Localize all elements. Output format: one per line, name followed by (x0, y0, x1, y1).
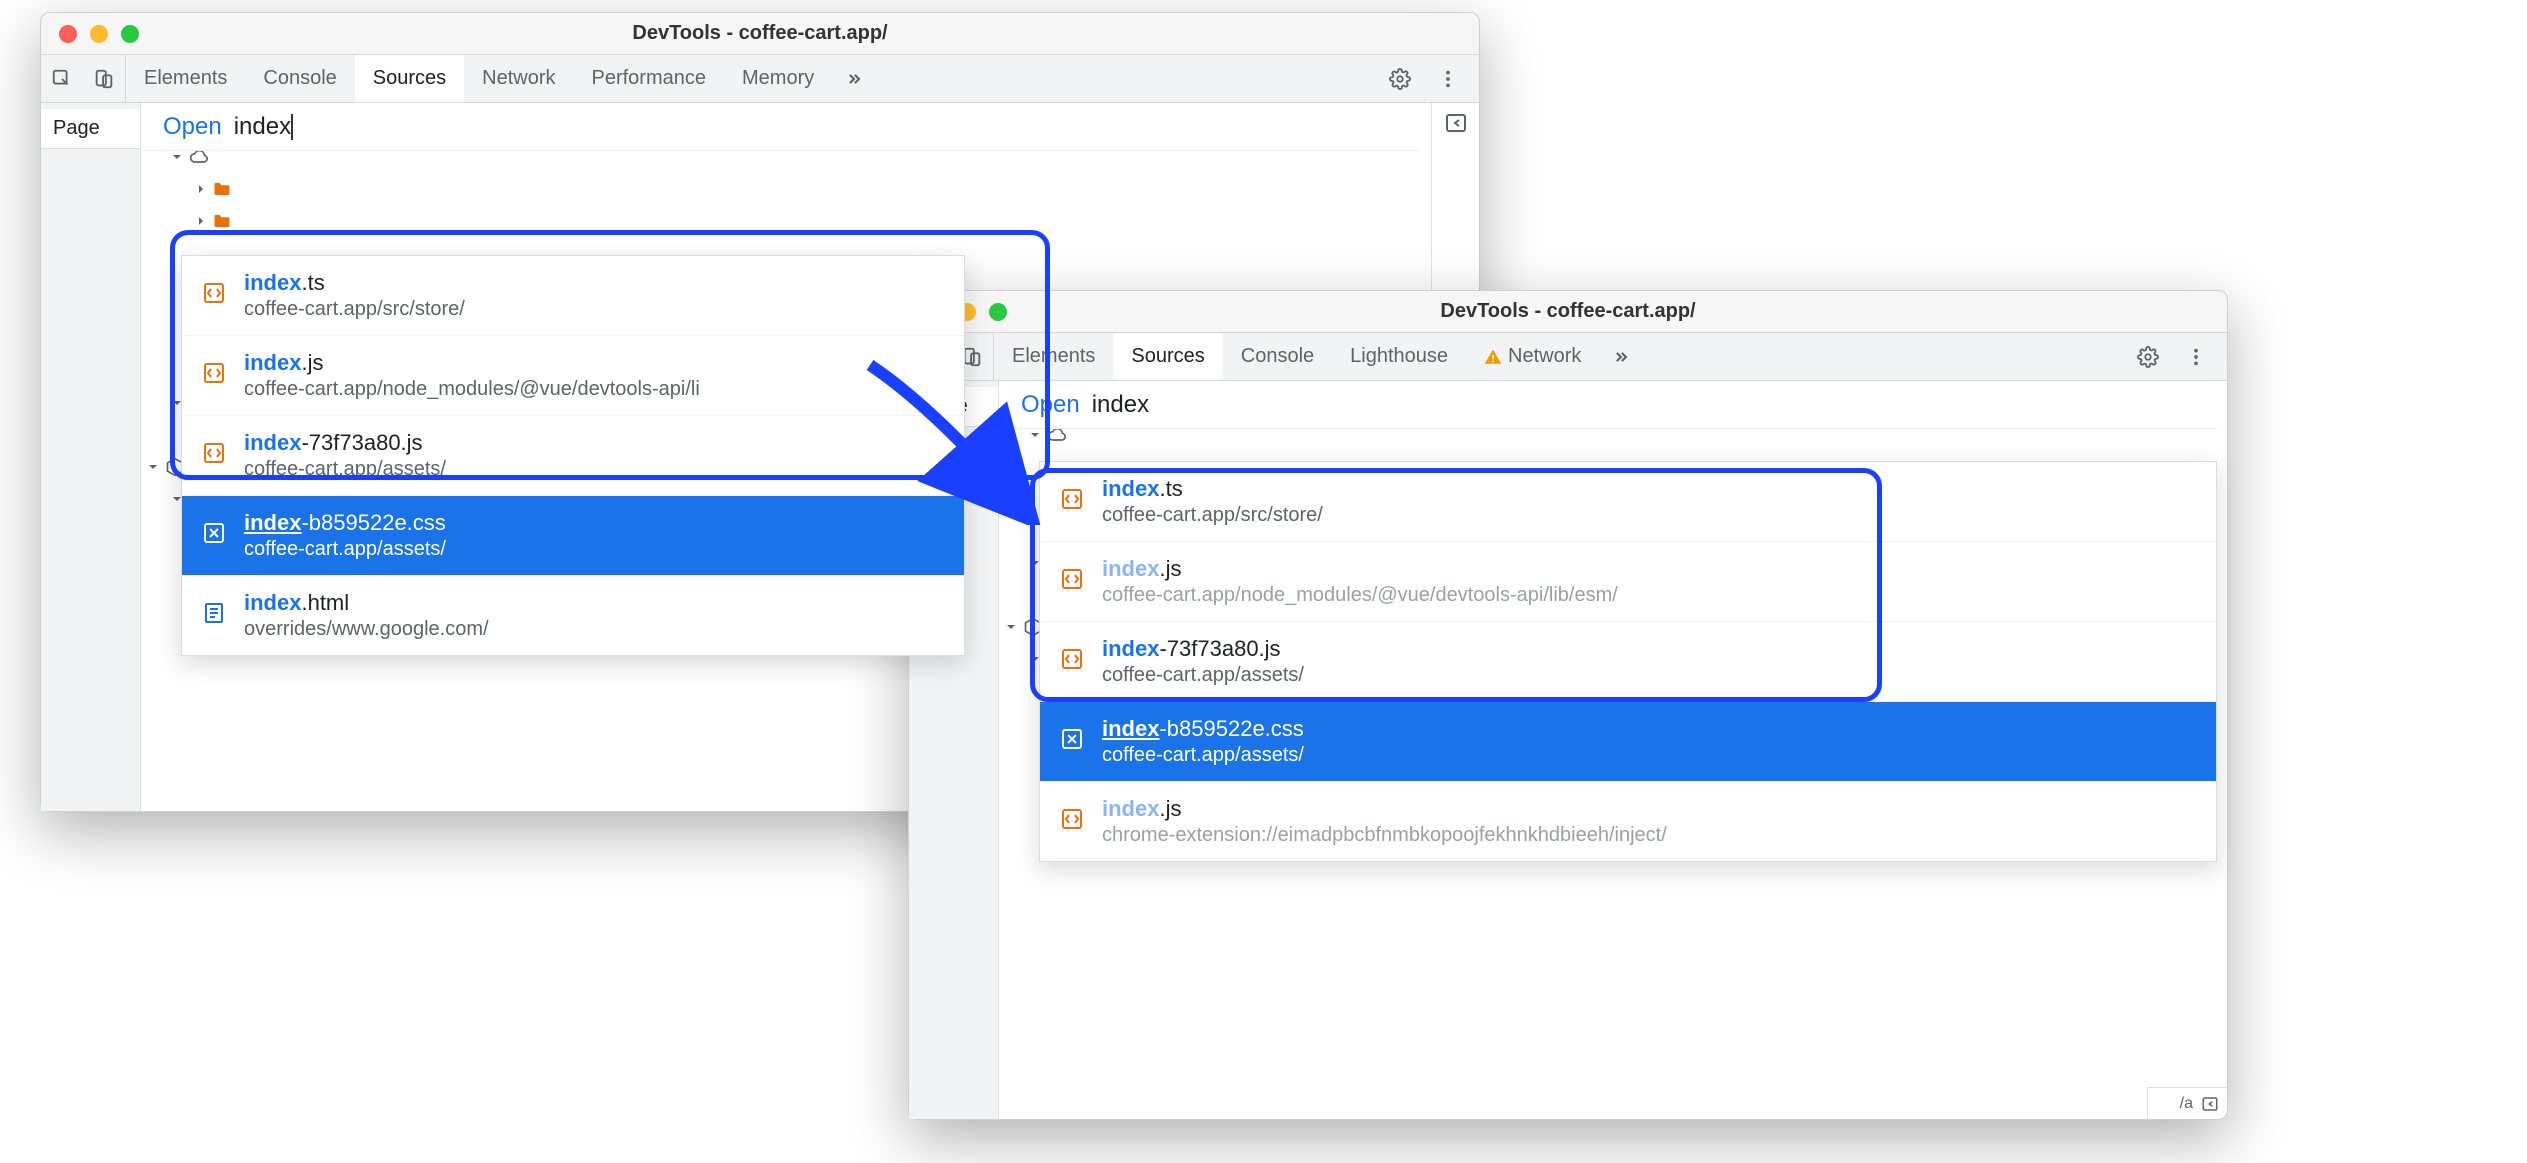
arrow-annotation (850, 345, 1050, 525)
result-name: index.js (1102, 556, 1618, 582)
result-path: coffee-cart.app/node_modules/@vue/devtoo… (244, 378, 700, 401)
gear-icon[interactable] (1379, 68, 1421, 90)
command-menu-input[interactable]: Open index (143, 103, 1419, 151)
chevron-right-icon[interactable] (195, 183, 207, 195)
file-icon (202, 521, 226, 550)
chevron-down-icon[interactable] (171, 151, 183, 163)
result-name: index.ts (1102, 476, 1323, 502)
device-toggle-icon[interactable] (83, 55, 125, 102)
warning-icon (1484, 348, 1502, 366)
file-icon (1060, 647, 1084, 676)
maximize-button[interactable] (121, 25, 139, 43)
folder-icon (213, 181, 231, 197)
result-row[interactable]: index.ts coffee-cart.app/src/store/ (1040, 462, 2216, 542)
chevron-right-icon[interactable] (195, 215, 207, 227)
result-row[interactable]: index-73f73a80.js coffee-cart.app/assets… (1040, 622, 2216, 702)
tab-sources[interactable]: Sources (1113, 333, 1222, 380)
window-title: DevTools - coffee-cart.app/ (41, 22, 1479, 45)
tab-console[interactable]: Console (1223, 333, 1332, 380)
tab-network[interactable]: Network (1466, 333, 1599, 380)
result-row[interactable]: index.html overrides/www.google.com/ (182, 576, 964, 655)
file-icon (202, 361, 226, 390)
tab-sources[interactable]: Sources (355, 55, 464, 102)
tab-console[interactable]: Console (245, 55, 354, 102)
close-button[interactable] (59, 25, 77, 43)
folder-icon (213, 213, 231, 229)
titlebar: DevTools - coffee-cart.app/ (909, 291, 2227, 333)
result-path: coffee-cart.app/src/store/ (1102, 504, 1323, 527)
kebab-icon[interactable] (2175, 346, 2217, 368)
status-text: /a (2180, 1095, 2193, 1113)
result-path: coffee-cart.app/assets/ (244, 458, 446, 481)
result-row[interactable]: index.ts coffee-cart.app/src/store/ (182, 256, 964, 336)
result-name: index-73f73a80.js (1102, 636, 1304, 662)
result-row[interactable]: index-b859522e.css coffee-cart.app/asset… (1040, 702, 2216, 782)
tab-memory[interactable]: Memory (724, 55, 832, 102)
traffic-lights (41, 25, 139, 43)
result-row[interactable]: index.js chrome-extension://eimadpbcbfnm… (1040, 782, 2216, 861)
tab-performance[interactable]: Performance (574, 55, 725, 102)
panel-tabs: Elements Sources Console Lighthouse Netw… (994, 333, 2117, 380)
collapse-panel-icon[interactable] (1444, 111, 1468, 135)
file-icon (1060, 807, 1084, 836)
result-name: index.js (244, 350, 700, 376)
file-icon (202, 441, 226, 470)
tab-lighthouse[interactable]: Lighthouse (1332, 333, 1466, 380)
window-title: DevTools - coffee-cart.app/ (909, 300, 2227, 323)
result-path: coffee-cart.app/assets/ (1102, 744, 1304, 767)
result-name: index-b859522e.css (244, 510, 446, 536)
result-path: coffee-cart.app/assets/ (1102, 664, 1304, 687)
file-icon (1060, 727, 1084, 756)
cmd-query: index (1092, 391, 1149, 419)
command-menu-results: index.ts coffee-cart.app/src/store/ inde… (181, 255, 965, 656)
sidebar: Page (41, 103, 141, 811)
result-name: index-73f73a80.js (244, 430, 446, 456)
cmd-query: index (234, 113, 293, 141)
toolbar: Elements Sources Console Lighthouse Netw… (909, 333, 2227, 381)
minimize-button[interactable] (90, 25, 108, 43)
file-icon (1060, 487, 1084, 516)
inspect-icon[interactable] (41, 55, 83, 102)
kebab-icon[interactable] (1427, 68, 1469, 90)
result-row[interactable]: index.js coffee-cart.app/node_modules/@v… (182, 336, 964, 416)
result-name: index-b859522e.css (1102, 716, 1304, 742)
sidebar-tab-page[interactable]: Page (41, 109, 140, 149)
more-tabs-icon[interactable] (1599, 333, 1643, 380)
tab-elements[interactable]: Elements (126, 55, 245, 102)
gear-icon[interactable] (2127, 346, 2169, 368)
result-name: index.js (1102, 796, 1667, 822)
command-menu-input[interactable]: Open index (1001, 381, 2217, 429)
result-row[interactable]: index.js coffee-cart.app/node_modules/@v… (1040, 542, 2216, 622)
result-name: index.ts (244, 270, 465, 296)
command-menu-results: index.ts coffee-cart.app/src/store/ inde… (1039, 461, 2217, 862)
result-path: chrome-extension://eimadpbcbfnmbkopoojfe… (1102, 824, 1667, 847)
result-path: coffee-cart.app/node_modules/@vue/devtoo… (1102, 584, 1618, 607)
result-path: overrides/www.google.com/ (244, 618, 489, 641)
devtools-window-2: DevTools - coffee-cart.app/ Elements Sou… (908, 290, 2228, 1120)
collapse-panel-icon[interactable] (2201, 1095, 2219, 1113)
panel-tabs: Elements Console Sources Network Perform… (126, 55, 1369, 102)
chevron-down-icon[interactable] (1005, 621, 1017, 633)
tab-network[interactable]: Network (464, 55, 573, 102)
result-path: coffee-cart.app/assets/ (244, 538, 446, 561)
file-icon (1060, 567, 1084, 596)
maximize-button[interactable] (989, 303, 1007, 321)
result-path: coffee-cart.app/src/store/ (244, 298, 465, 321)
result-name: index.html (244, 590, 489, 616)
result-row[interactable]: index-b859522e.css coffee-cart.app/asset… (182, 496, 964, 576)
status-bar: /a (2147, 1087, 2227, 1119)
file-icon (202, 281, 226, 310)
more-tabs-icon[interactable] (832, 55, 876, 102)
titlebar: DevTools - coffee-cart.app/ (41, 13, 1479, 55)
result-row[interactable]: index-73f73a80.js coffee-cart.app/assets… (182, 416, 964, 496)
chevron-down-icon[interactable] (147, 461, 159, 473)
file-icon (202, 601, 226, 630)
cmd-prefix: Open (163, 113, 222, 141)
toolbar: Elements Console Sources Network Perform… (41, 55, 1479, 103)
